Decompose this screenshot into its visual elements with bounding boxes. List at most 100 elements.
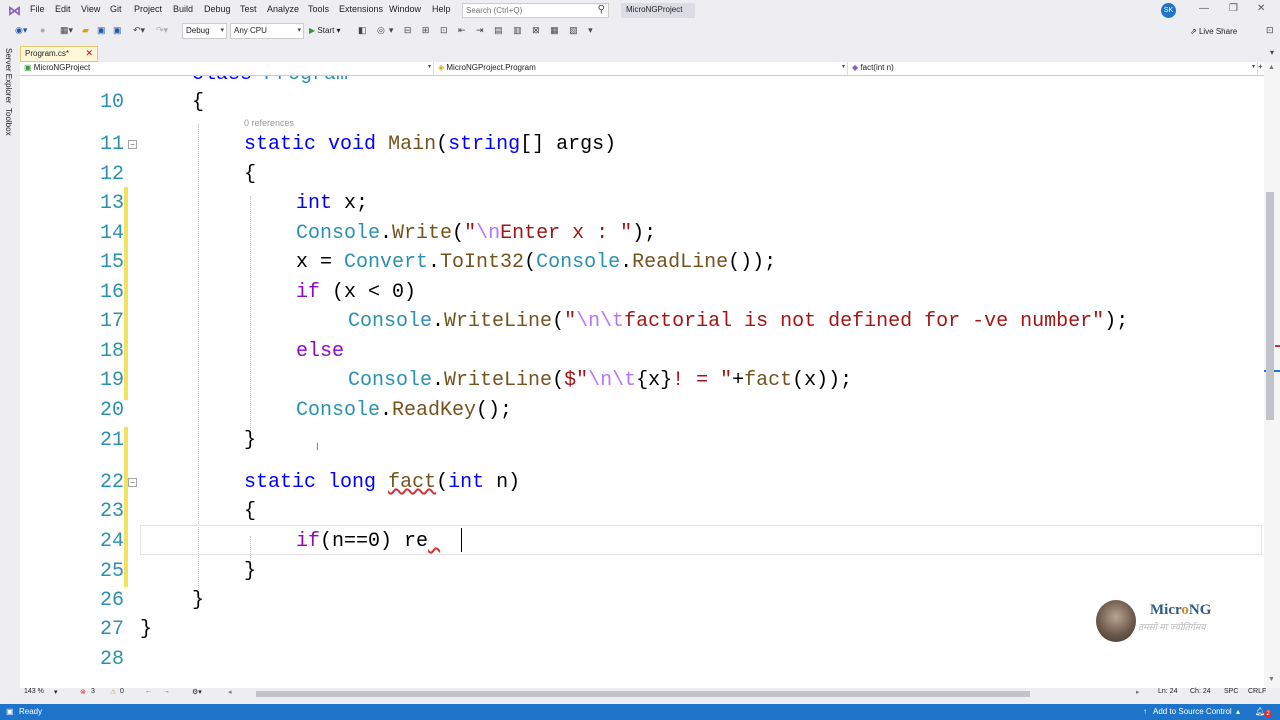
scroll-up-icon[interactable]: ▲ [1268, 64, 1275, 71]
menu-git[interactable]: Git [110, 4, 122, 14]
feedback-icon[interactable]: ⊡ [1266, 25, 1274, 36]
line-number: 22 [99, 471, 124, 494]
toolbar: ◉▾ ● ▦▾ ▰ ▣ ▣ ↶▾ ↷▾ Debug ▾ Any CPU ▾ ▶ … [0, 21, 1280, 42]
forward-icon[interactable]: ● [40, 25, 45, 35]
platform-select[interactable]: Any CPU ▾ [230, 23, 304, 39]
start-button[interactable]: ▶ Start ▾ [309, 26, 341, 35]
menu-view[interactable]: View [81, 4, 100, 14]
brand-avatar [1096, 600, 1136, 642]
chevron-down-icon: ▾ [1251, 64, 1255, 70]
search-icon: ⚲ [597, 4, 605, 15]
line-number: 21 [99, 429, 124, 452]
chevron-down-icon[interactable]: ▾ [54, 688, 58, 696]
add-to-source-control[interactable]: Add to Source Control [1153, 707, 1232, 716]
type-dropdown[interactable]: ◈ MicroNGProject.Program ▾ [434, 62, 848, 75]
code-line-14: Console.Write("\nEnter x : "); [296, 222, 657, 245]
vertical-scroll-thumb[interactable] [1266, 192, 1274, 420]
menu-bar: ⋈ File Edit View Git Project Build Debug… [0, 0, 1280, 21]
menu-analyze[interactable]: Analyze [267, 4, 299, 14]
horizontal-scroll-thumb[interactable] [256, 691, 1030, 697]
new-project-icon[interactable]: ▦▾ [60, 25, 73, 36]
save-icon[interactable]: ▣ [97, 25, 106, 36]
menu-project[interactable]: Project [134, 4, 162, 14]
menu-window[interactable]: Window [389, 4, 421, 14]
nav-back-icon[interactable]: ← [145, 688, 152, 695]
vs-logo-icon[interactable]: ⋈ [8, 3, 21, 19]
toolbox-tab[interactable]: Toolbox [4, 108, 13, 136]
menu-help[interactable]: Help [432, 4, 451, 14]
toolbar-icon-group[interactable]: ◧ ◎▾ ⊟ ⊞ ⊡ ⇤ ⇥ ▤ ▥ ⊠ ▦ ▧ ▾ [358, 25, 597, 36]
back-icon[interactable]: ◉▾ [15, 25, 27, 36]
minimize-icon[interactable]: — [1199, 3, 1209, 14]
tab-program-cs[interactable]: Program.cs* ✕ [20, 46, 98, 62]
code-line-13: int x; [296, 192, 369, 215]
project-dropdown-value: MicroNGProject [33, 63, 91, 72]
code-line-23: { [244, 500, 257, 523]
split-editor-icon[interactable]: + [1258, 62, 1263, 71]
code-lens-references[interactable]: 0 references [244, 118, 294, 128]
search-input[interactable]: Search (Ctrl+Q) ⚲ [462, 3, 609, 18]
ready-icon: ▣ [6, 707, 14, 716]
project-dropdown[interactable]: ▣ MicroNGProject ▾ [20, 62, 434, 75]
menu-test[interactable]: Test [240, 4, 257, 14]
brand-name: MicroNG [1150, 602, 1212, 618]
zoom-level[interactable]: 143 % [24, 688, 44, 695]
notification-count[interactable]: 2 [1264, 710, 1272, 718]
line-number: 17 [99, 310, 124, 333]
live-share-label: Live Share [1198, 27, 1238, 36]
menu-debug[interactable]: Debug [204, 4, 231, 14]
close-tab-icon[interactable]: ✕ [85, 48, 93, 59]
undo-icon[interactable]: ↶▾ [133, 25, 145, 36]
menu-file[interactable]: File [30, 4, 45, 14]
user-avatar[interactable]: SK [1161, 3, 1176, 18]
left-dock: Server Explorer Toolbox [0, 42, 20, 704]
refactor-icon[interactable]: ⚙▾ [192, 688, 202, 696]
code-line-25: } [244, 560, 257, 583]
menu-extensions[interactable]: Extensions [339, 4, 383, 14]
type-dropdown-value: MicroNGProject.Program [446, 63, 536, 72]
menu-build[interactable]: Build [173, 4, 193, 14]
line-number: 18 [99, 340, 124, 363]
configuration-value: Debug [186, 26, 210, 35]
menu-tools[interactable]: Tools [308, 4, 329, 14]
line-number: 11 [99, 133, 124, 156]
open-icon[interactable]: ▰ [82, 25, 89, 36]
scroll-right-icon[interactable]: ▸ [1136, 688, 1140, 696]
code-editor[interactable]: − − class Program 10 11 12 13 14 15 16 1… [20, 76, 1264, 688]
nav-forward-icon[interactable]: → [163, 688, 170, 695]
live-share-icon: ⇗ [1190, 27, 1197, 36]
line-ending[interactable]: CRLF [1248, 688, 1266, 695]
live-share-button[interactable]: ⇗ Live Share [1190, 27, 1237, 36]
redo-icon[interactable]: ↷▾ [156, 25, 168, 36]
warning-count[interactable]: 0 [120, 688, 124, 695]
chevron-up-icon[interactable]: ▴ [1236, 707, 1240, 716]
restore-icon[interactable]: ❐ [1229, 3, 1238, 14]
play-icon: ▶ [309, 26, 316, 35]
code-line-22: static long fact(int n) [244, 471, 521, 494]
member-dropdown[interactable]: ◆ fact(int n) ▾ [848, 62, 1258, 75]
close-icon[interactable]: ✕ [1257, 3, 1265, 14]
line-number: 16 [99, 281, 124, 304]
line-number: 13 [99, 192, 124, 215]
text-caret [461, 528, 462, 552]
code-line-21: } [244, 429, 257, 452]
whitespace-mode[interactable]: SPC [1224, 688, 1238, 695]
server-explorer-tab[interactable]: Server Explorer [4, 48, 13, 104]
brand-watermark: MicroNG तमसो मा ज्योतिर्गमय [1096, 600, 1246, 644]
search-placeholder: Search (Ctrl+Q) [466, 6, 523, 15]
line-number: 24 [99, 530, 124, 553]
error-count[interactable]: 3 [91, 688, 95, 695]
change-marker [124, 187, 128, 400]
save-all-icon[interactable]: ▣ [113, 25, 122, 36]
configuration-select[interactable]: Debug ▾ [182, 23, 227, 39]
error-icon[interactable]: ⊗ [80, 688, 86, 696]
collapse-toggle[interactable]: − [128, 140, 137, 149]
menu-edit[interactable]: Edit [55, 4, 71, 14]
scroll-down-icon[interactable]: ▼ [1268, 676, 1275, 683]
collapse-toggle[interactable]: − [128, 478, 137, 487]
scroll-left-icon[interactable]: ◂ [228, 688, 232, 696]
tab-list-dropdown-icon[interactable]: ▾ [1270, 48, 1274, 57]
code-line-27: } [140, 618, 153, 641]
navigation-bar: ▣ MicroNGProject ▾ ◈ MicroNGProject.Prog… [20, 62, 1268, 76]
warning-icon[interactable]: ⚠ [110, 688, 116, 696]
